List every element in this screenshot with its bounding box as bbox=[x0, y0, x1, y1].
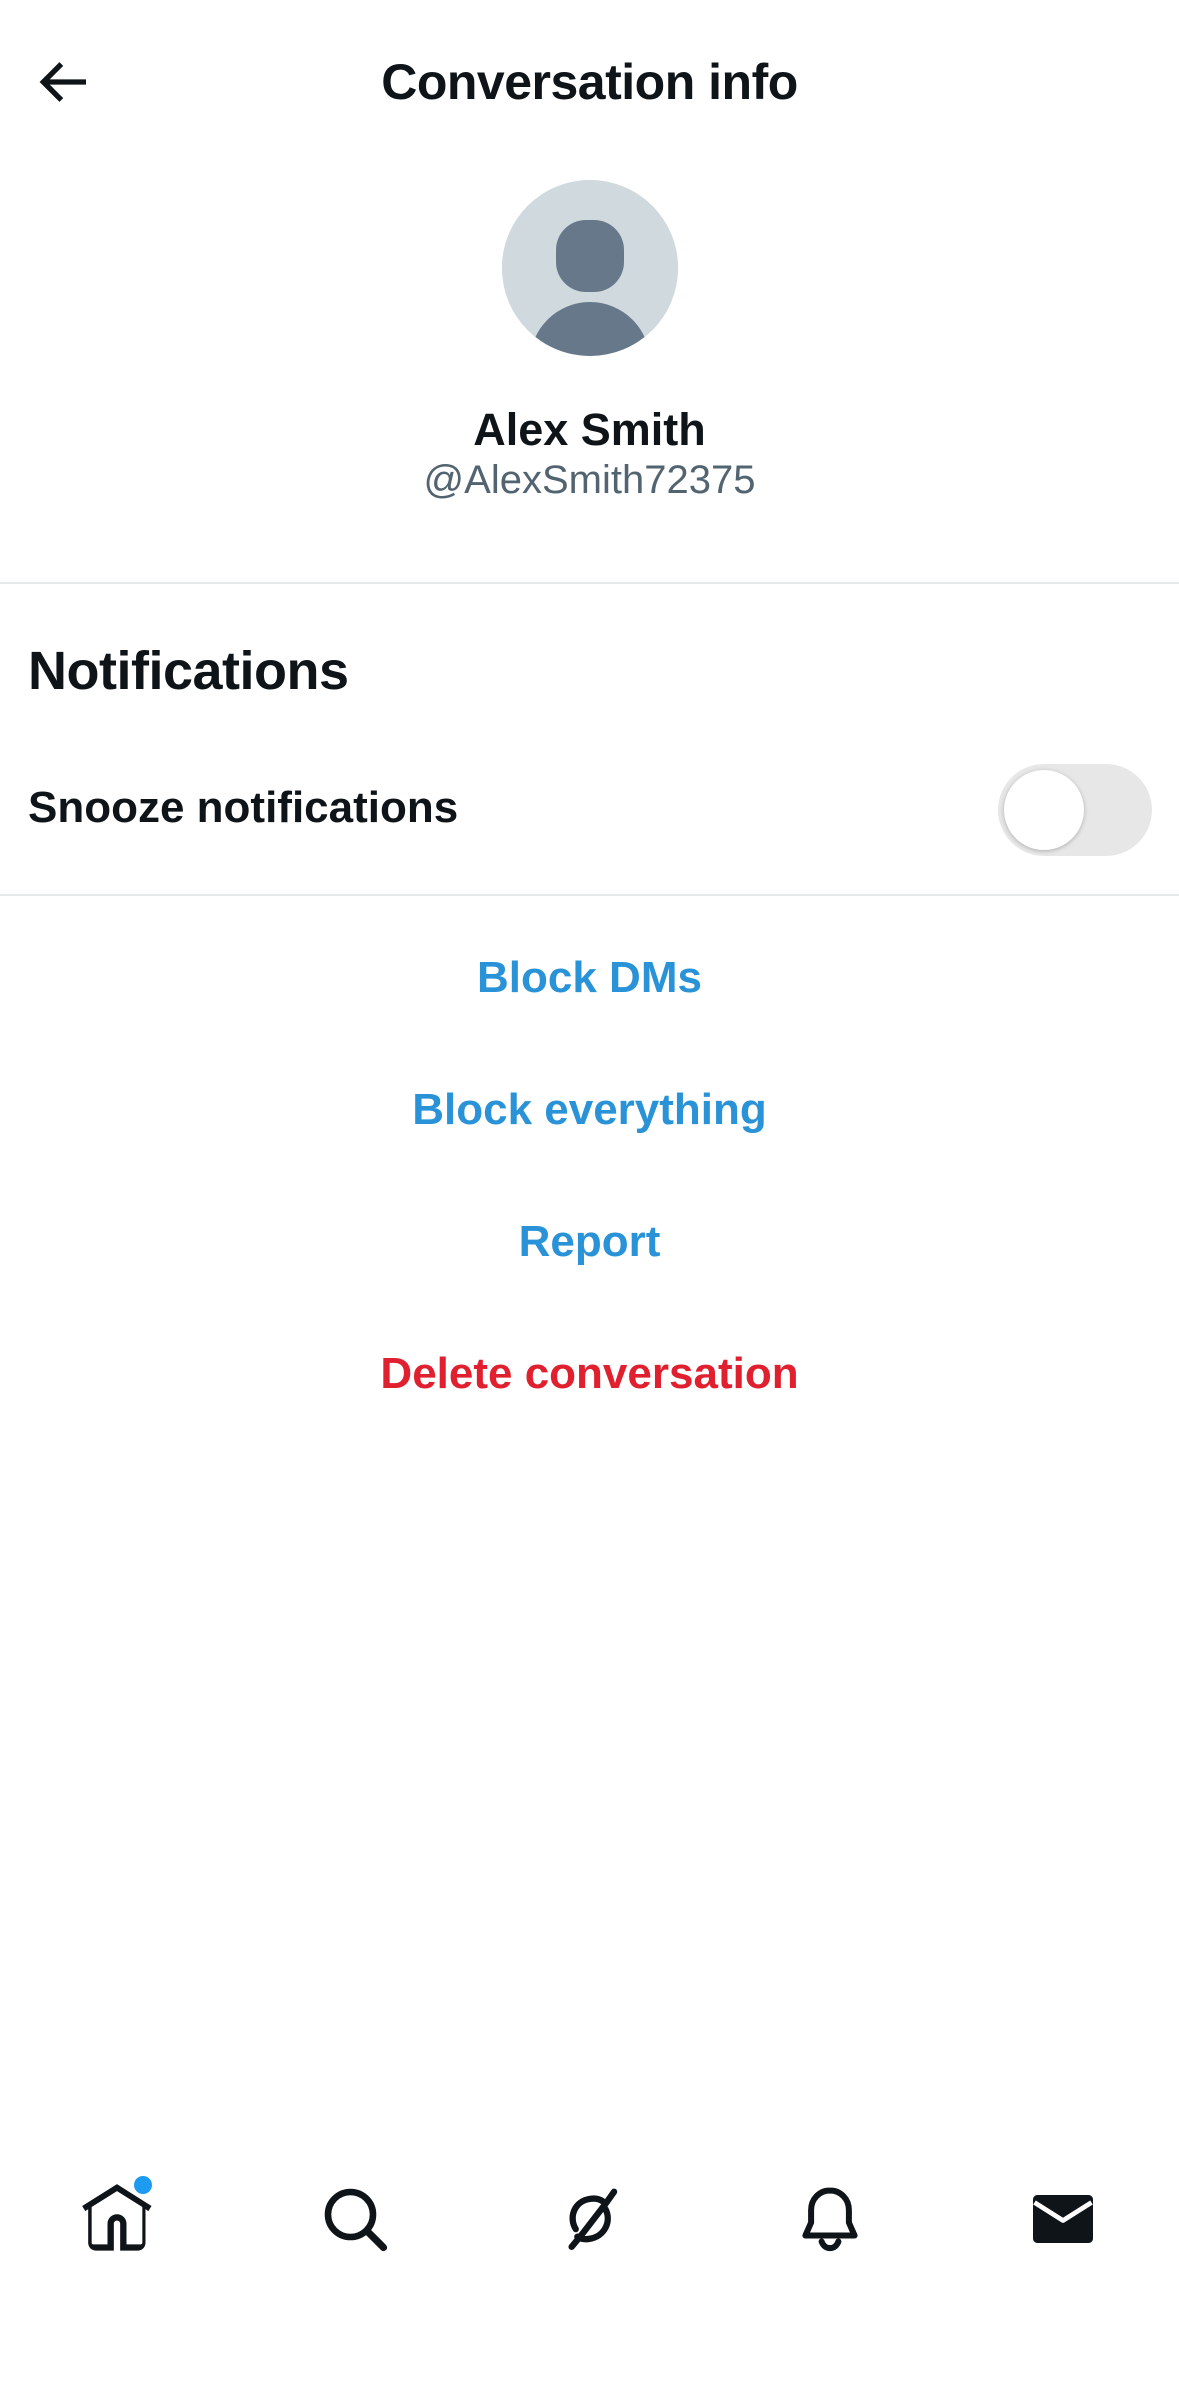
delete-conversation-button[interactable]: Delete conversation bbox=[0, 1344, 1179, 1404]
delete-conversation-label: Delete conversation bbox=[380, 1349, 799, 1398]
default-avatar-icon bbox=[502, 180, 678, 356]
search-icon bbox=[324, 2188, 388, 2252]
block-dms-button[interactable]: Block DMs bbox=[0, 948, 1179, 1008]
nav-notifications[interactable] bbox=[785, 2174, 875, 2264]
block-everything-button[interactable]: Block everything bbox=[0, 1080, 1179, 1140]
profile-name: Alex Smith bbox=[473, 404, 706, 455]
snooze-notifications-toggle[interactable] bbox=[998, 764, 1152, 856]
toggle-knob bbox=[1004, 770, 1084, 850]
notification-dot bbox=[134, 2176, 152, 2194]
report-label: Report bbox=[518, 1217, 661, 1266]
nav-grok[interactable] bbox=[545, 2174, 635, 2264]
divider bbox=[0, 894, 1179, 896]
mail-icon bbox=[1033, 2195, 1093, 2243]
profile-handle: @AlexSmith72375 bbox=[423, 458, 756, 502]
top-app-bar: Conversation info bbox=[0, 0, 1179, 166]
snooze-notifications-label: Snooze notifications bbox=[28, 783, 459, 832]
grok-icon bbox=[568, 2188, 618, 2251]
bottom-navigation-bar bbox=[0, 2150, 1179, 2286]
page-title: Conversation info bbox=[381, 54, 798, 110]
block-dms-label: Block DMs bbox=[477, 953, 702, 1002]
report-button[interactable]: Report bbox=[0, 1212, 1179, 1272]
nav-home[interactable] bbox=[72, 2174, 162, 2264]
notifications-section-title: Notifications bbox=[28, 641, 349, 701]
avatar[interactable] bbox=[502, 180, 678, 356]
nav-messages[interactable] bbox=[1018, 2174, 1108, 2264]
block-everything-label: Block everything bbox=[412, 1085, 767, 1134]
bell-icon bbox=[802, 2187, 858, 2252]
nav-search[interactable] bbox=[310, 2174, 400, 2264]
divider bbox=[0, 582, 1179, 584]
snooze-notifications-row: Snooze notifications bbox=[0, 756, 1179, 860]
